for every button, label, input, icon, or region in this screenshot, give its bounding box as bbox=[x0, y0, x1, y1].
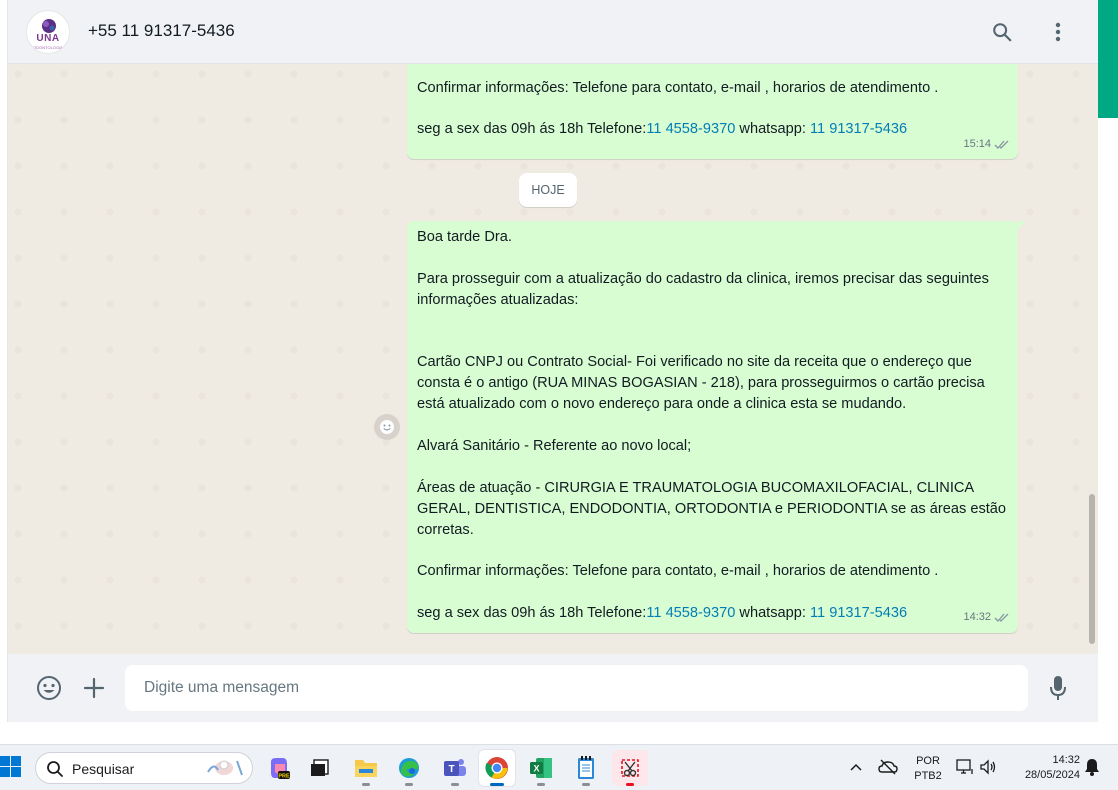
avatar-subtext: ODONTOLOGIA bbox=[33, 45, 63, 50]
avatar-text: UNA bbox=[36, 33, 60, 44]
lang-line1: POR bbox=[916, 755, 940, 767]
whatsapp-link[interactable]: 11 91317-5436 bbox=[810, 121, 907, 137]
file-explorer-icon[interactable] bbox=[348, 750, 384, 786]
copilot-icon[interactable]: PRE bbox=[261, 750, 297, 786]
date-divider: HOJE bbox=[519, 173, 577, 207]
emoji-icon[interactable] bbox=[34, 673, 64, 703]
windows-taskbar: Pesquisar PRE T X POR PTB2 14:32 28/05/2… bbox=[0, 744, 1118, 790]
message-greeting: Boa tarde Dra. bbox=[417, 229, 512, 245]
chat-header[interactable]: UNA ODONTOLOGIA +55 11 91317-5436 bbox=[8, 0, 1098, 64]
taskbar-search-placeholder: Pesquisar bbox=[72, 761, 135, 777]
emoji-react-button[interactable] bbox=[374, 414, 400, 440]
search-icon bbox=[47, 761, 63, 777]
excel-icon[interactable]: X bbox=[523, 750, 559, 786]
onedrive-offline-icon[interactable] bbox=[878, 757, 898, 777]
lang-line2: PTB2 bbox=[914, 770, 942, 782]
message-contact-line: seg a sex das 09h ás 18h Telefone:11 455… bbox=[417, 119, 907, 140]
edge-icon[interactable] bbox=[391, 750, 427, 786]
clock-time: 14:32 bbox=[1052, 754, 1080, 766]
windows-logo-icon bbox=[0, 756, 21, 777]
message-alvara: Alvará Sanitário - Referente ao novo loc… bbox=[417, 438, 692, 454]
smiley-icon bbox=[380, 420, 394, 434]
search-highlight-icon bbox=[207, 760, 243, 776]
message-text: whatsapp: bbox=[735, 605, 810, 622]
chrome-icon[interactable] bbox=[479, 750, 515, 786]
notification-bell-icon[interactable] bbox=[1082, 757, 1102, 777]
chevron-up-icon[interactable] bbox=[846, 757, 866, 777]
message-contact-line: seg a sex das 09h ás 18h Telefone:11 455… bbox=[417, 603, 1008, 624]
message-text: whatsapp: bbox=[735, 121, 810, 137]
snipping-tool-icon[interactable] bbox=[612, 750, 648, 786]
input-language[interactable]: POR PTB2 bbox=[913, 754, 943, 784]
notepad-icon[interactable] bbox=[568, 750, 604, 786]
left-window-edge bbox=[0, 0, 8, 722]
double-check-icon bbox=[994, 613, 1009, 623]
task-view-icon[interactable] bbox=[302, 750, 338, 786]
message-meta: 14:32 bbox=[963, 607, 1010, 628]
message-bubble-previous[interactable]: Confirmar informações: Telefone para con… bbox=[407, 64, 1018, 159]
clock-date: 28/05/2024 bbox=[1024, 769, 1080, 781]
svg-text:PRE: PRE bbox=[278, 774, 290, 780]
window-accent-bar bbox=[1098, 0, 1118, 118]
teams-icon[interactable]: T bbox=[437, 750, 473, 786]
message-cnpj: Cartão CNPJ ou Contrato Social- Foi veri… bbox=[417, 354, 989, 413]
network-icon[interactable] bbox=[955, 757, 975, 777]
chat-area[interactable]: Confirmar informações: Telefone para con… bbox=[8, 64, 1098, 654]
taskbar-clock[interactable]: 14:32 28/05/2024 bbox=[1008, 753, 1080, 783]
desktop-gap bbox=[0, 722, 1118, 744]
phone-link[interactable]: 11 4558-9370 bbox=[646, 605, 735, 621]
message-text: seg a sex das 09h ás 18h Telefone: bbox=[417, 121, 647, 137]
message-areas: Áreas de atuação - CIRURGIA E TRAUMATOLO… bbox=[417, 479, 1011, 538]
message-text: seg a sex das 09h ás 18h Telefone: bbox=[417, 605, 647, 622]
message-bubble[interactable]: Boa tarde Dra. Para prosseguir com a atu… bbox=[407, 221, 1026, 633]
more-vertical-icon[interactable] bbox=[1043, 17, 1073, 47]
message-meta: 15:14 bbox=[963, 134, 1010, 155]
contact-avatar[interactable]: UNA ODONTOLOGIA bbox=[26, 10, 70, 54]
bubble-tail bbox=[1017, 221, 1026, 230]
phone-link[interactable]: 11 4558-9370 bbox=[646, 121, 735, 137]
contact-name[interactable]: +55 11 91317-5436 bbox=[88, 21, 235, 41]
message-composer bbox=[8, 654, 1098, 722]
taskbar-search[interactable]: Pesquisar bbox=[35, 752, 253, 784]
chat-scrollbar[interactable] bbox=[1089, 494, 1095, 644]
svg-text:T: T bbox=[448, 764, 454, 775]
start-button[interactable] bbox=[0, 756, 22, 778]
message-time: 15:14 bbox=[963, 138, 991, 151]
double-check-icon bbox=[994, 140, 1009, 150]
message-intro: Para prosseguir com a atualização do cad… bbox=[417, 270, 993, 308]
message-text: Confirmar informações: Telefone para con… bbox=[417, 80, 939, 96]
svg-text:X: X bbox=[533, 764, 539, 774]
search-icon[interactable] bbox=[987, 17, 1017, 47]
volume-icon[interactable] bbox=[978, 757, 998, 777]
plus-icon[interactable] bbox=[79, 673, 109, 703]
message-confirm: Confirmar informações: Telefone para con… bbox=[417, 563, 939, 580]
whatsapp-link[interactable]: 11 91317-5436 bbox=[810, 605, 907, 621]
microphone-icon[interactable] bbox=[1043, 673, 1073, 703]
message-input[interactable] bbox=[125, 665, 1028, 711]
message-time: 14:32 bbox=[963, 611, 991, 624]
right-window-edge bbox=[1098, 118, 1118, 722]
